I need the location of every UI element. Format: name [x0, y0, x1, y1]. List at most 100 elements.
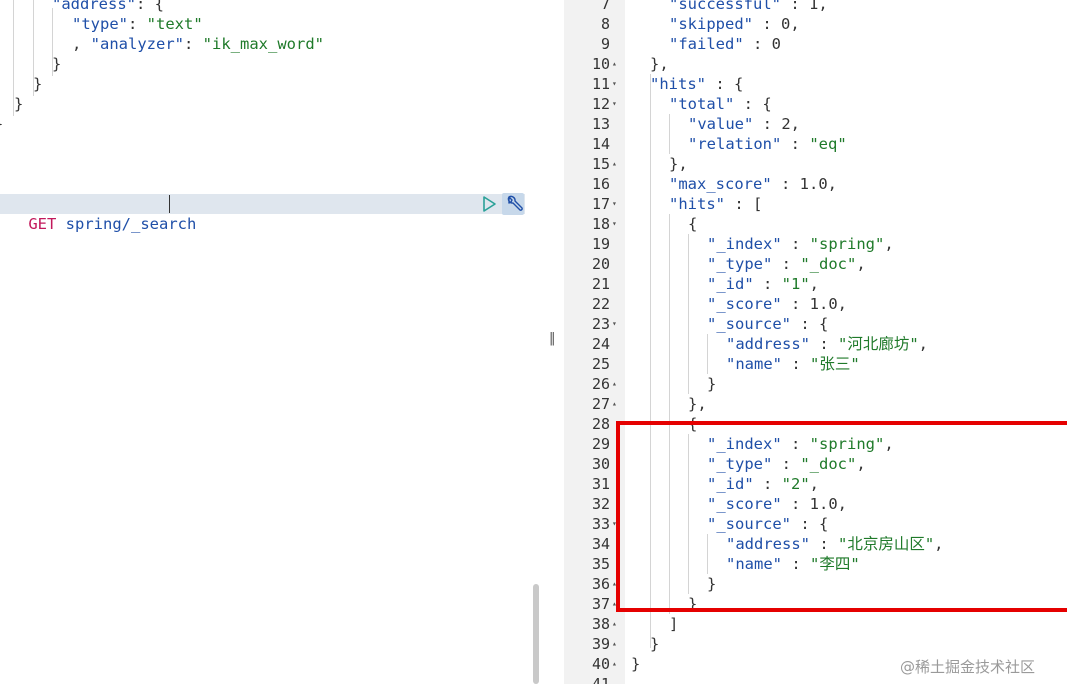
code-token: ,	[827, 175, 837, 193]
fold-close-icon[interactable]: ▴	[612, 634, 617, 654]
line-number: 12	[591, 95, 610, 113]
code-token: }	[650, 635, 660, 653]
code-token: :	[743, 35, 772, 53]
code-token: {	[688, 215, 698, 233]
fold-close-icon[interactable]: ▴	[612, 654, 617, 674]
response-code-line: "_source" : {	[707, 314, 828, 334]
code-token: 2	[781, 115, 791, 133]
code-token: "total"	[669, 95, 735, 113]
code-token: ,	[790, 115, 801, 133]
code-token: "_index"	[707, 235, 782, 253]
code-token: :	[753, 15, 781, 33]
line-number: 36	[591, 575, 610, 593]
code-token: "analyzer"	[90, 35, 184, 53]
code-token: "max_score"	[669, 175, 772, 193]
code-token: "_id"	[707, 275, 754, 293]
fold-close-icon[interactable]: ▴	[612, 614, 617, 634]
fold-open-icon[interactable]: ▾	[612, 214, 617, 234]
request-url: spring/_search	[65, 215, 197, 233]
request-code-line: , "analyzer": "ik_max_word"	[72, 34, 324, 54]
fold-close-icon[interactable]: ▴	[612, 374, 617, 394]
code-token: 0	[781, 15, 791, 33]
code-token: :	[184, 35, 203, 53]
fold-close-icon[interactable]: ▴	[612, 54, 617, 74]
code-token: "skipped"	[669, 15, 753, 33]
code-token: 0	[771, 35, 781, 53]
indent-guide	[688, 234, 689, 394]
line-number: 21	[591, 275, 610, 293]
indent-guide	[13, 0, 14, 116]
indent-guide	[33, 0, 34, 96]
code-token: },	[688, 395, 707, 413]
fold-close-icon[interactable]: ▴	[612, 394, 617, 414]
code-token: "successful"	[669, 0, 781, 13]
line-number: 30	[591, 455, 610, 473]
request-editor[interactable]: "address": {"type": "text", "analyzer": …	[0, 0, 546, 684]
line-number: 10	[591, 55, 610, 73]
code-token: "text"	[146, 15, 203, 33]
line-number: 25	[591, 355, 610, 373]
fold-open-icon[interactable]: ▾	[612, 74, 617, 94]
indent-guide	[669, 114, 670, 154]
line-number: 29	[591, 435, 610, 453]
response-code-line: },	[650, 54, 669, 74]
code-token: "value"	[688, 115, 754, 133]
line-number: 14	[591, 135, 610, 153]
code-token: "hits"	[650, 75, 706, 93]
response-code-line: }	[650, 634, 659, 654]
fold-open-icon[interactable]: ▾	[612, 194, 617, 214]
indent-guide	[707, 334, 708, 374]
response-code-line: "failed" : 0	[669, 34, 781, 54]
code-token: :	[753, 275, 782, 293]
code-token: "address"	[726, 335, 810, 353]
highlight-box	[616, 421, 1067, 612]
code-token: ,	[818, 0, 828, 13]
line-number: 8	[600, 15, 610, 33]
code-token: ]	[669, 615, 679, 633]
line-number: 27	[591, 395, 610, 413]
watermark: @稀土掘金技术社区	[900, 658, 1036, 676]
line-number: 23	[591, 315, 610, 333]
response-code-line: "_index" : "spring",	[707, 234, 894, 254]
code-token: : [	[725, 195, 763, 213]
response-code-line: "address" : "河北廊坊",	[726, 334, 928, 354]
code-token: :	[772, 255, 801, 273]
code-token: "spring"	[809, 235, 885, 253]
response-code-line: "successful" : 1,	[669, 0, 828, 14]
line-number: 11	[591, 75, 610, 93]
response-code-line: "total" : {	[669, 94, 772, 114]
play-triangle-icon[interactable]	[480, 195, 498, 213]
fold-open-icon[interactable]: ▾	[612, 94, 617, 114]
code-token: :	[810, 335, 838, 353]
code-token: }	[14, 95, 24, 113]
response-code-line: "name" : "张三"	[726, 354, 860, 374]
resize-handle-icon[interactable]: ‖	[549, 331, 556, 346]
fold-open-icon[interactable]: ▾	[612, 314, 617, 334]
request-code-line: }	[52, 54, 61, 74]
line-number: 26	[591, 375, 610, 393]
response-code-line: "_type" : "_doc",	[707, 254, 866, 274]
code-token: "relation"	[688, 135, 782, 153]
fold-close-icon[interactable]: ▴	[612, 154, 617, 174]
code-token: }	[707, 375, 717, 393]
code-token: "address"	[52, 0, 136, 13]
line-number: 20	[591, 255, 610, 273]
code-token: ,	[72, 35, 91, 53]
code-token: }	[631, 655, 641, 673]
request-code-line: }	[0, 114, 3, 134]
request-code-line: }	[33, 74, 42, 94]
line-number: 7	[600, 0, 610, 13]
code-token: },	[669, 155, 688, 173]
line-number: 39	[591, 635, 610, 653]
code-token: : {	[136, 0, 164, 13]
code-token: ,	[856, 255, 866, 273]
line-number: 34	[591, 535, 610, 553]
code-token: 1	[808, 0, 819, 13]
line-number: 28	[591, 415, 610, 433]
request-code-line: "type": "text"	[72, 14, 203, 34]
wrench-icon[interactable]	[502, 193, 524, 215]
scrollbar[interactable]	[533, 584, 539, 684]
response-code-line: }	[707, 374, 716, 394]
indent-guide	[52, 8, 53, 76]
line-number: 16	[591, 175, 610, 193]
